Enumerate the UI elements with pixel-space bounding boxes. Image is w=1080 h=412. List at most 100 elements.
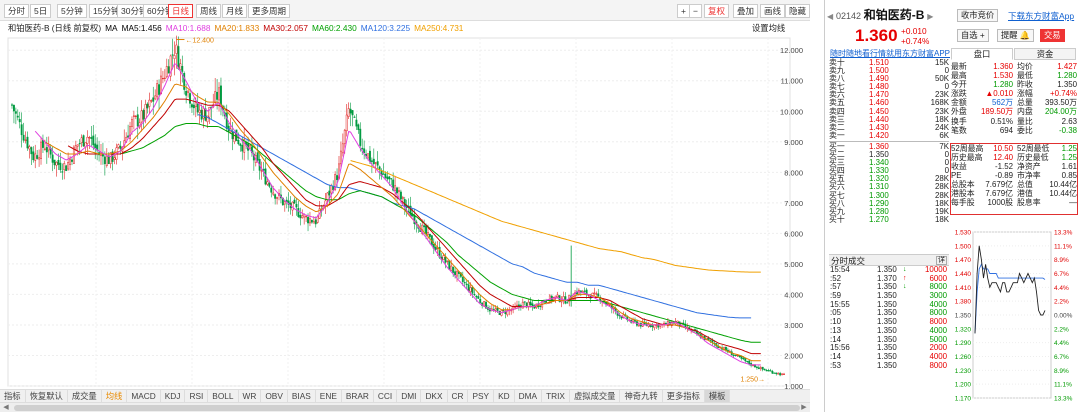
mini-y-left-label: 1.260 (955, 354, 972, 361)
plot-frame (7, 37, 791, 387)
indicator-tab-12[interactable]: BRAR (342, 390, 374, 402)
period-tab-0[interactable]: 分时 (4, 4, 30, 18)
mini-price-line (974, 245, 1046, 334)
indicator-tab-8[interactable]: WR (239, 390, 262, 402)
add-watchlist-button[interactable]: 自选 + (957, 29, 989, 42)
candle-body (24, 139, 27, 141)
candle-body (771, 371, 774, 374)
period-label: 月线 (226, 6, 244, 16)
toolbar-right-button-4[interactable]: 画线 (760, 4, 786, 18)
stat-l2: 委比 (1017, 125, 1033, 135)
tick-trades-more-button[interactable]: 详 (936, 256, 947, 265)
indicator-tab-20[interactable]: TRIX (542, 390, 570, 402)
scroll-thumb[interactable] (14, 405, 800, 411)
stat-v1: 562万 (991, 98, 1013, 108)
order-book-row: 卖十 1.510 15K (829, 58, 949, 67)
indicator-tab-10[interactable]: BIAS (288, 390, 316, 402)
candle-body (347, 108, 350, 117)
indicator-tab-9[interactable]: OBV (261, 390, 288, 402)
indicator-tab-19[interactable]: DMA (515, 390, 543, 402)
indicator-tab-24[interactable]: 模板 (704, 390, 731, 402)
right-tab-0[interactable]: 盘口 (951, 48, 1013, 60)
kline-chart[interactable]: 12.000 11.000 10.000 9.000 8.000 7.000 6.000 5.… (0, 35, 810, 389)
toolbar-right-button-5[interactable]: 隐藏 (785, 4, 811, 18)
chart-scrollbar[interactable]: ◀ ▶ (0, 402, 810, 412)
indicator-tab-0[interactable]: 指标 (0, 390, 26, 402)
period-tab-2[interactable]: 5分钟 (57, 4, 87, 18)
candle-body (185, 90, 188, 96)
y-tick-label: 9.000 (784, 138, 803, 147)
ma-settings-link[interactable]: 设置均线 (752, 21, 785, 35)
indicator-tab-1[interactable]: 恢复默认 (26, 390, 68, 402)
alert-button[interactable]: 提醒 🔔 (997, 29, 1035, 42)
period-tab-7[interactable]: 周线 (196, 4, 222, 18)
tick-trade-row: :53 1.350 8000 (829, 360, 949, 371)
indicator-tab-13[interactable]: CCI (374, 390, 398, 402)
candle-body (516, 304, 518, 307)
right-tab-1[interactable]: 资金 (1014, 48, 1076, 60)
candle-body (34, 153, 37, 161)
period-tab-8[interactable]: 月线 (222, 4, 248, 18)
trade-button[interactable]: 交易 (1040, 29, 1065, 42)
candle-body (351, 110, 354, 116)
candle-body (61, 171, 64, 173)
candle-body (593, 292, 596, 294)
order-price[interactable]: 1.270 (869, 215, 889, 224)
stat-v1: 0.51% (990, 116, 1013, 126)
indicator-tab-21[interactable]: 虚拟成交量 (570, 390, 621, 402)
candle-body (427, 232, 429, 235)
toolbar-right-button-3[interactable]: 叠加 (733, 4, 759, 18)
period-tab-1[interactable]: 5日 (30, 4, 52, 18)
candle-body (384, 173, 387, 178)
intraday-mini-chart[interactable]: 1.530 13.3% 1.500 11.1% 1.470 8.9% 1.440 6.7% 1.… (951, 226, 1079, 404)
mini-y-left-label: 1.230 (955, 368, 972, 375)
indicator-tab-18[interactable]: KD (494, 390, 515, 402)
indicator-tab-17[interactable]: PSY (468, 390, 495, 402)
next-stock-icon[interactable]: ▶ (927, 12, 933, 21)
candle-body (144, 104, 147, 119)
candle-body (146, 103, 149, 109)
indicator-tab-15[interactable]: DKX (421, 390, 448, 402)
candle-body (471, 287, 474, 294)
indicator-tab-11[interactable]: ENE (316, 390, 342, 402)
scroll-left-icon[interactable]: ◀ (1, 403, 11, 412)
indicator-tab-6[interactable]: RSI (185, 390, 209, 402)
download-app-link[interactable]: 下载东方财富App (1008, 10, 1074, 22)
mini-y-left-label: 1.470 (955, 257, 972, 264)
stock-code: 02142 (835, 11, 861, 21)
indicator-tab-16[interactable]: CR (448, 390, 469, 402)
scroll-right-icon[interactable]: ▶ (799, 403, 809, 412)
candle-body (156, 83, 159, 98)
order-price[interactable]: 1.420 (869, 131, 889, 140)
indicator-tab-4[interactable]: MACD (127, 390, 161, 402)
candle-body (376, 161, 379, 166)
candle-body (132, 115, 135, 117)
period-tab-9[interactable]: 更多周期 (248, 4, 291, 18)
toolbar-right-button-1[interactable]: − (689, 4, 702, 18)
toolbar-right-button-2[interactable]: 复权 (704, 4, 730, 18)
indicator-tab-23[interactable]: 更多指标 (663, 390, 705, 402)
indicator-tab-5[interactable]: KDJ (161, 390, 186, 402)
indicator-tab-14[interactable]: DMI (397, 390, 422, 402)
candle-body (370, 160, 373, 162)
app-ad-link[interactable]: 随时随地看行情就用东方财富APP (830, 48, 950, 59)
indicator-tab-22[interactable]: 神奇九转 (620, 390, 663, 402)
indicator-tab-2[interactable]: 成交量 (68, 390, 102, 402)
indicator-tab-3[interactable]: 均线 (102, 390, 128, 402)
candle-body (423, 225, 426, 228)
ma-legend-item: MA5:1.456 (121, 23, 162, 33)
candle-body (51, 154, 54, 163)
candle-body (651, 325, 654, 328)
indicator-tab-7[interactable]: BOLL (208, 390, 239, 402)
period-tab-6[interactable]: 日线 (168, 4, 194, 18)
close-auction-button[interactable]: 收市竞价 (957, 9, 999, 22)
trade-v: 8000 (929, 360, 947, 370)
prev-stock-icon[interactable]: ◀ (827, 12, 833, 21)
mini-y-left-label: 1.170 (955, 396, 972, 403)
period-label: 15分钟 (93, 6, 120, 16)
stat-l2: 涨幅 (1017, 89, 1033, 99)
candle-body (266, 181, 269, 185)
candle-body (744, 358, 747, 362)
candle-body (214, 91, 217, 104)
order-volume: 6K (939, 130, 949, 140)
